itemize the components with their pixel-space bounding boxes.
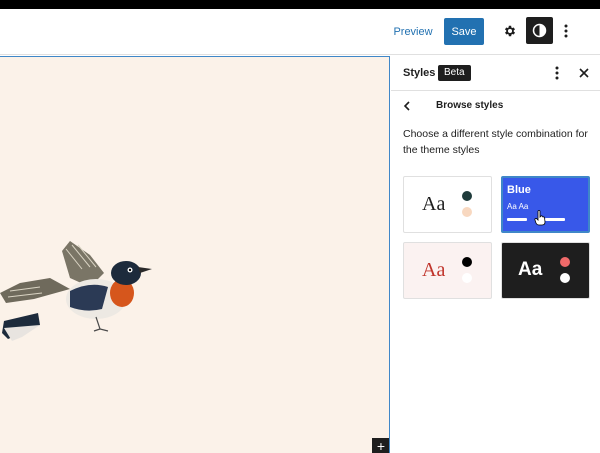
variation-aa-preview: Aa	[422, 259, 446, 281]
style-variation-dark[interactable]: Aa	[501, 242, 590, 299]
vertical-ellipsis-icon	[564, 24, 568, 38]
options-button[interactable]	[558, 19, 574, 43]
top-black-bar	[0, 0, 600, 9]
sidebar-options-button[interactable]	[550, 64, 564, 82]
color-swatch	[462, 191, 472, 201]
style-variation-red[interactable]: Aa	[403, 242, 492, 299]
bird-illustration	[0, 241, 152, 341]
color-swatch	[560, 257, 570, 267]
variation-bar	[545, 218, 565, 221]
preview-button[interactable]: Preview	[388, 19, 438, 45]
gear-icon	[504, 25, 516, 37]
sidebar-close-button[interactable]	[577, 65, 591, 81]
browse-styles-description: Choose a different style combination for…	[403, 128, 588, 156]
hand-cursor-icon	[534, 210, 546, 226]
color-swatch	[560, 273, 570, 283]
save-button[interactable]: Save	[444, 18, 484, 45]
styles-toggle-button[interactable]	[526, 17, 553, 44]
close-icon	[579, 68, 589, 78]
sidebar-title: Styles	[403, 67, 436, 79]
variation-subtitle: Aa Aa	[507, 202, 529, 211]
beta-badge: Beta	[438, 65, 471, 81]
color-swatch	[462, 207, 472, 217]
color-swatch	[462, 257, 472, 267]
variation-aa-preview: Aa	[422, 193, 446, 215]
chevron-left-icon	[403, 101, 410, 111]
sidebar-header: Styles Beta	[391, 56, 600, 91]
vertical-ellipsis-icon	[555, 66, 559, 80]
styles-sidebar: Styles Beta Browse styles Choose a diffe…	[391, 56, 600, 453]
back-button[interactable]	[400, 98, 414, 114]
variation-bar	[507, 218, 527, 221]
browse-styles-nav: Browse styles	[391, 92, 600, 120]
settings-button[interactable]	[499, 19, 521, 43]
style-variation-blue[interactable]: Blue Aa Aa	[501, 176, 590, 233]
browse-styles-title: Browse styles	[436, 100, 504, 111]
variation-title: Blue	[507, 184, 531, 196]
variation-aa-preview: Aa	[518, 259, 543, 280]
half-circle-icon	[532, 23, 547, 38]
editor-header: Preview Save	[0, 9, 600, 55]
editor-canvas[interactable]: +	[0, 56, 390, 453]
add-block-button[interactable]: +	[372, 438, 389, 453]
style-variation-default[interactable]: Aa	[403, 176, 492, 233]
color-swatch	[462, 273, 472, 283]
